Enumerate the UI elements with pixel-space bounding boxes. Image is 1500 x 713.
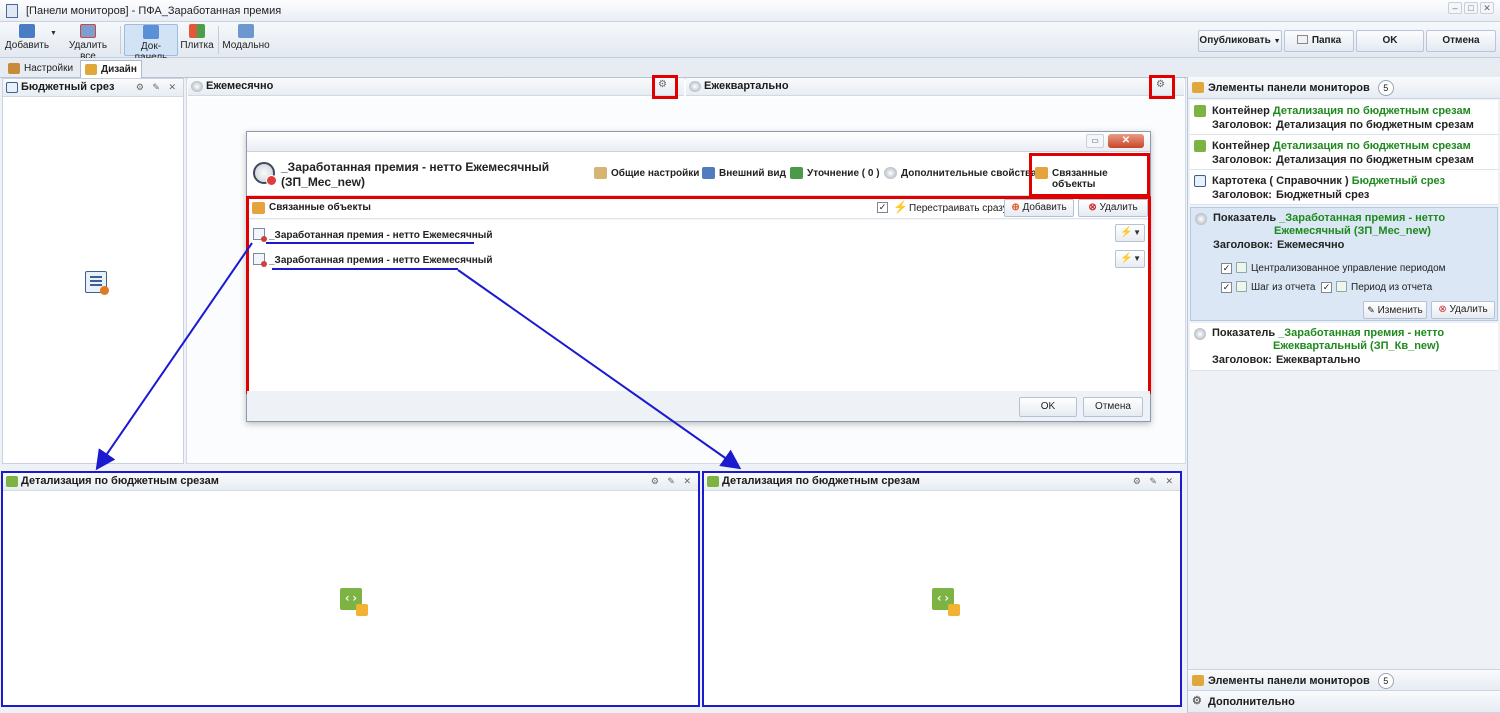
additional-label: Дополнительно	[1208, 696, 1295, 708]
elements-count-badge: 5	[1377, 80, 1394, 97]
item-type: Показатель	[1212, 327, 1276, 339]
central-period-label: Централизованное управление периодом	[1251, 263, 1446, 274]
item-name-line2: Ежеквартальный (ЗП_Кв_new)	[1273, 340, 1440, 352]
publish-dropdown-icon: ▼	[1273, 38, 1281, 45]
delete-button[interactable]: ⊗ Удалить	[1431, 301, 1495, 319]
period-from-report-checkbox[interactable]: ✓	[1321, 282, 1332, 293]
item-name: Бюджетный срез	[1351, 175, 1446, 187]
gear-icon: ⚙	[1192, 695, 1202, 707]
period-from-report-option[interactable]: ✓ Период из отчета	[1321, 281, 1432, 293]
elements-icon	[1192, 82, 1204, 93]
list-item[interactable]: Контейнер Детализация по бюджетным среза…	[1190, 100, 1498, 135]
item-caption-label: Заголовок:	[1212, 354, 1272, 366]
item-caption-label: Заголовок:	[1212, 154, 1272, 166]
item-caption: Ежеквартально	[1275, 354, 1361, 366]
elements-header: Элементы панели мониторов 5	[1188, 77, 1500, 99]
edit-label: Изменить	[1377, 305, 1423, 316]
elements-footer-count-badge: 5	[1377, 673, 1394, 690]
annotation-arrow	[457, 269, 742, 470]
period-icon	[1236, 262, 1247, 273]
step-from-report-checkbox[interactable]: ✓	[1221, 282, 1232, 293]
folder-button[interactable]: Папка	[1284, 30, 1354, 52]
gauge-icon	[1194, 328, 1206, 340]
item-caption-label: Заголовок:	[1212, 189, 1272, 201]
elements-footer-title: Элементы панели мониторов	[1208, 675, 1370, 687]
cancel-button[interactable]: Отмена	[1426, 30, 1496, 52]
calendar-icon	[1336, 281, 1347, 292]
item-type: Картотека ( Справочник )	[1212, 175, 1349, 187]
elements-title: Элементы панели мониторов	[1208, 82, 1370, 94]
item-caption: Ежемесячно	[1276, 239, 1345, 251]
list-item[interactable]: Показатель _Заработанная премия - нетто …	[1190, 323, 1498, 371]
delete-icon: ⊗	[1438, 304, 1447, 315]
item-type: Показатель	[1213, 212, 1277, 224]
ok-label: OK	[1382, 35, 1398, 46]
annotation-arrows	[95, 242, 742, 471]
annotation-arrow	[95, 242, 253, 471]
item-caption: Бюджетный срез	[1275, 189, 1370, 201]
additional-section[interactable]: ⚙ Дополнительно	[1188, 691, 1500, 713]
annotation-blue-box	[702, 471, 1182, 707]
item-caption: Детализация по бюджетным срезам	[1275, 154, 1474, 166]
cancel-label: Отмена	[1442, 35, 1480, 46]
minimize-icon[interactable]: –	[1448, 2, 1462, 14]
item-name-line2: Ежемесячный (ЗП_Мес_new)	[1274, 225, 1431, 237]
item-type: Контейнер	[1212, 105, 1270, 117]
container-icon	[1194, 140, 1206, 152]
container-icon	[1194, 105, 1206, 117]
delete-label: Удалить	[1449, 304, 1488, 315]
folder-icon	[1296, 35, 1308, 44]
item-caption: Детализация по бюджетным срезам	[1275, 119, 1474, 131]
list-item[interactable]: Картотека ( Справочник ) Бюджетный срез …	[1190, 170, 1498, 205]
close-icon[interactable]: ✕	[1480, 2, 1494, 14]
elements-icon	[1192, 675, 1204, 686]
edit-icon: ✎	[1367, 305, 1375, 315]
central-period-checkbox[interactable]: ✓	[1221, 263, 1232, 274]
calendar-icon	[1236, 281, 1247, 292]
item-name: Детализация по бюджетным срезам	[1272, 140, 1471, 152]
dashboard-elements-panel: Элементы панели мониторов 5 Контейнер Дет…	[1187, 77, 1500, 713]
item-caption-label: Заголовок:	[1213, 239, 1273, 251]
gauge-icon	[1195, 213, 1207, 225]
step-from-report-option[interactable]: ✓ Шаг из отчета	[1221, 281, 1316, 293]
publish-label: Опубликовать	[1199, 35, 1271, 46]
list-item[interactable]: Контейнер Детализация по бюджетным среза…	[1190, 135, 1498, 170]
publish-button[interactable]: Опубликовать ▼	[1198, 30, 1282, 52]
list-item-selected[interactable]: Показатель _Заработанная премия - нетто …	[1190, 207, 1498, 321]
catalog-icon	[1194, 175, 1206, 187]
item-name: Детализация по бюджетным срезам	[1272, 105, 1471, 117]
edit-button[interactable]: ✎ Изменить	[1363, 301, 1427, 319]
ok-button[interactable]: OK	[1356, 30, 1424, 52]
folder-label: Папка	[1311, 35, 1342, 46]
maximize-icon[interactable]: □	[1464, 2, 1478, 14]
window-controls: – □ ✕	[1448, 2, 1494, 14]
step-from-report-label: Шаг из отчета	[1251, 282, 1316, 293]
annotation-blue-box	[1, 471, 700, 707]
item-name-line1: _Заработанная премия - нетто	[1278, 327, 1445, 339]
central-period-option[interactable]: ✓ Централизованное управление периодом	[1221, 262, 1446, 274]
item-name-line1: _Заработанная премия - нетто	[1279, 212, 1446, 224]
item-caption-label: Заголовок:	[1212, 119, 1272, 131]
elements-footer-header[interactable]: Элементы панели мониторов 5	[1188, 669, 1500, 691]
item-type: Контейнер	[1212, 140, 1270, 152]
period-from-report-label: Период из отчета	[1351, 282, 1433, 293]
